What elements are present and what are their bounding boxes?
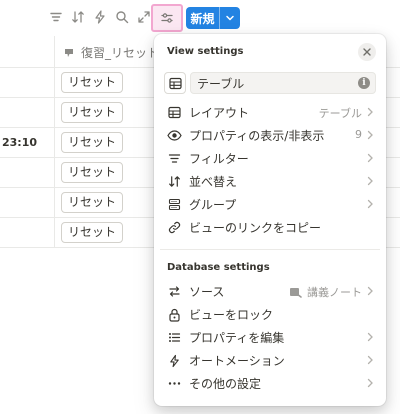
new-dropdown-button[interactable] xyxy=(219,7,240,29)
more-dots-icon xyxy=(167,376,182,391)
eye-icon xyxy=(167,128,182,143)
menu-item-source[interactable]: ソース 講義ノート xyxy=(160,280,380,303)
chevron-right-icon xyxy=(365,130,375,140)
button-property-icon xyxy=(62,46,76,60)
view-name-value: テーブル xyxy=(197,76,245,91)
reset-button[interactable]: リセット xyxy=(61,192,124,213)
menu-item-value: テーブル xyxy=(318,107,362,120)
chevron-right-icon xyxy=(365,176,375,186)
view-settings-button[interactable] xyxy=(151,4,183,32)
lightning-icon xyxy=(167,353,182,368)
menu-item-label: オートメーション xyxy=(189,354,285,368)
menu-item-label: プロパティを編集 xyxy=(189,331,285,345)
chevron-right-icon xyxy=(365,199,375,209)
link-icon xyxy=(167,220,182,235)
source-arrows-icon xyxy=(167,284,182,299)
menu-item-label: フィルター xyxy=(189,152,249,166)
new-button[interactable]: 新規 xyxy=(186,7,219,29)
menu-item-more-settings[interactable]: その他の設定 xyxy=(160,372,380,395)
column-title: 復習_リセット xyxy=(81,46,160,60)
popup-title: View settings xyxy=(167,46,244,57)
table-icon xyxy=(168,77,182,90)
reset-button[interactable]: リセット xyxy=(61,102,124,123)
filter-icon[interactable] xyxy=(48,9,64,25)
menu-item-copy-link[interactable]: ビューのリンクをコピー xyxy=(160,216,380,239)
view-name-row: テーブル i xyxy=(164,72,376,96)
info-icon[interactable]: i xyxy=(358,77,370,89)
menu-item-lock-view[interactable]: ビューをロック xyxy=(160,303,380,326)
reset-button[interactable]: リセット xyxy=(61,72,124,93)
filter-icon xyxy=(167,151,182,166)
lock-icon xyxy=(167,307,182,322)
menu-item-value: 講義ノート xyxy=(289,284,362,300)
menu-item-group[interactable]: グループ xyxy=(160,193,380,216)
chevron-right-icon xyxy=(365,153,375,163)
settings-icon xyxy=(160,11,174,25)
column-header-reset[interactable]: 復習_リセット xyxy=(62,44,159,61)
sort-icon[interactable] xyxy=(70,9,86,25)
close-icon xyxy=(363,48,371,56)
automation-icon[interactable] xyxy=(92,9,108,25)
menu-item-label: グループ xyxy=(189,198,237,212)
chevron-right-icon xyxy=(365,378,375,388)
menu-item-label: その他の設定 xyxy=(189,377,262,391)
source-name: 講義ノート xyxy=(307,286,362,299)
view-name-input[interactable]: テーブル i xyxy=(190,72,376,94)
sort-icon xyxy=(167,174,182,189)
menu-item-value: 9 xyxy=(355,128,362,141)
database-page-icon xyxy=(289,286,303,299)
menu-item-label: レイアウト xyxy=(189,106,250,120)
row-time: 23:10 xyxy=(2,136,38,149)
list-icon xyxy=(167,330,182,345)
chevron-right-icon xyxy=(365,332,375,342)
search-icon[interactable] xyxy=(114,9,130,25)
chevron-right-icon xyxy=(365,107,375,117)
chevron-right-icon xyxy=(365,355,375,365)
chevron-down-icon xyxy=(225,13,235,23)
expand-icon[interactable] xyxy=(136,9,152,25)
group-icon xyxy=(167,197,182,212)
menu-item-automation[interactable]: オートメーション xyxy=(160,349,380,372)
new-button-group: 新規 xyxy=(186,7,240,29)
reset-button[interactable]: リセット xyxy=(61,222,124,243)
view-settings-popup: View settings テーブル i レイアウト テーブル プロパティの表示… xyxy=(154,34,386,406)
chevron-right-icon xyxy=(365,286,375,296)
table-layout-icon xyxy=(167,105,182,120)
menu-item-property-visibility[interactable]: プロパティの表示/非表示 9 xyxy=(160,124,380,147)
menu-item-label: ビューのリンクをコピー xyxy=(189,221,322,235)
reset-button[interactable]: リセット xyxy=(61,132,124,153)
menu-item-filter[interactable]: フィルター xyxy=(160,147,380,170)
menu-item-label: ソース xyxy=(189,285,225,299)
menu-item-sort[interactable]: 並べ替え xyxy=(160,170,380,193)
menu-item-label: 並べ替え xyxy=(189,175,238,189)
database-settings-title: Database settings xyxy=(167,262,270,273)
menu-item-label: ビューをロック xyxy=(189,308,274,322)
close-button[interactable] xyxy=(358,43,376,61)
view-icon-picker[interactable] xyxy=(164,72,186,94)
reset-button[interactable]: リセット xyxy=(61,162,124,183)
menu-item-layout[interactable]: レイアウト テーブル xyxy=(160,101,380,124)
view-toolbar: 新規 xyxy=(0,0,400,36)
menu-item-edit-properties[interactable]: プロパティを編集 xyxy=(160,326,380,349)
divider xyxy=(160,249,380,250)
menu-item-label: プロパティの表示/非表示 xyxy=(189,129,325,143)
